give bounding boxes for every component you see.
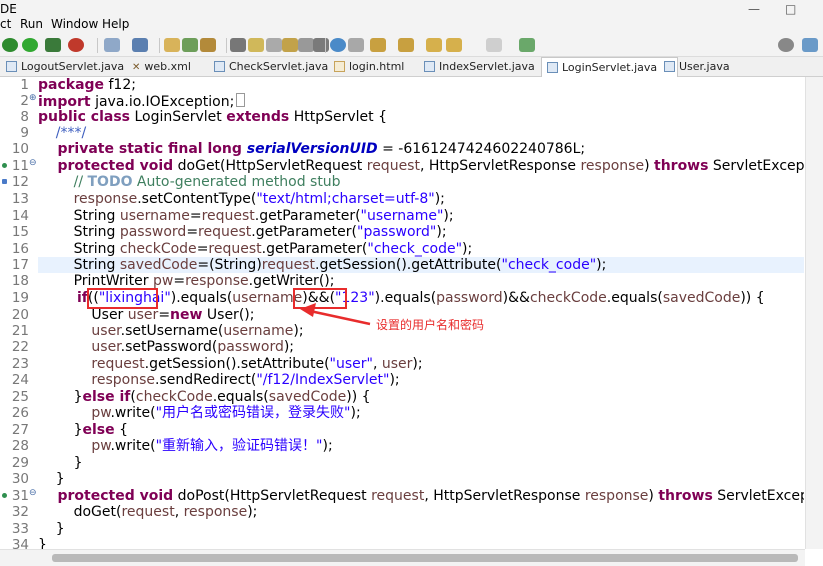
annotation-arrow [300, 303, 371, 326]
horizontal-scrollbar[interactable] [0, 549, 805, 566]
annotation-text: 设置的用户名和密码 [376, 318, 485, 332]
horizontal-scroll-thumb[interactable] [52, 554, 798, 562]
vertical-scrollbar[interactable] [805, 77, 823, 549]
